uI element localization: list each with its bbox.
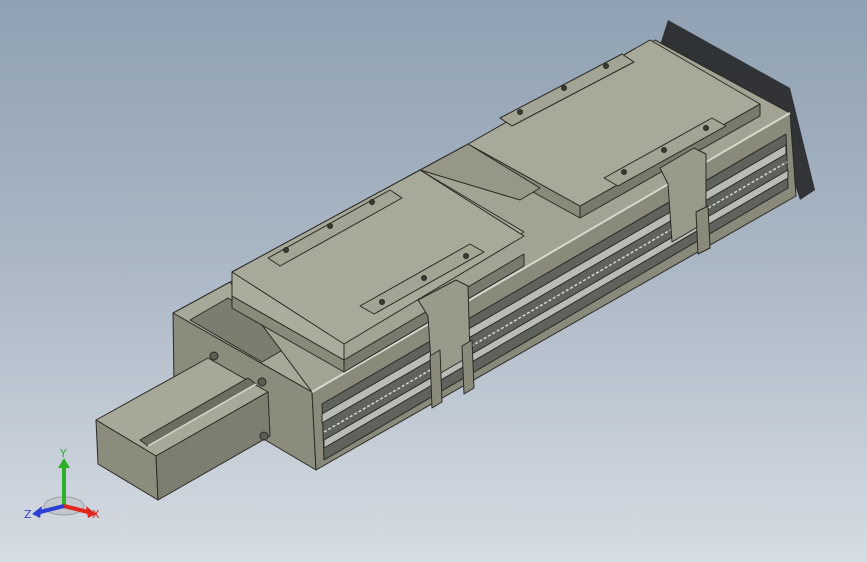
coordinate-triad: Y X Z <box>24 447 100 521</box>
sensor-bracket-2-leg <box>695 205 711 255</box>
motor-screw-3 <box>259 431 269 441</box>
carriage-2-hole-6 <box>703 125 709 131</box>
axis-z-arrow-icon <box>32 506 42 518</box>
carriage-2-hole-2 <box>561 85 567 91</box>
sensor-bracket-1-leg-a <box>429 349 443 409</box>
axis-x-label: X <box>92 508 100 521</box>
carriage-1-hole-3 <box>369 199 375 205</box>
carriage-1-hole-5 <box>421 275 427 281</box>
carriage-1-hole-1 <box>283 247 289 253</box>
axis-z-label: Z <box>24 508 32 521</box>
carriage-2-hole-4 <box>621 169 627 175</box>
sensor-bracket-1-leg-b <box>461 339 475 395</box>
cad-viewport[interactable]: Y X Z <box>0 0 867 562</box>
motor-screw-2 <box>257 377 267 387</box>
carriage-1-hole-2 <box>327 223 333 229</box>
carriage-2-hole-5 <box>661 147 667 153</box>
carriage-2-hole-1 <box>517 109 523 115</box>
carriage-2-hole-3 <box>603 63 609 69</box>
axis-y-label: Y <box>59 447 67 460</box>
linear-actuator-model[interactable] <box>0 0 867 562</box>
carriage-1-hole-4 <box>379 299 385 305</box>
motor-screw-1 <box>209 351 219 361</box>
carriage-1-hole-6 <box>463 253 469 259</box>
